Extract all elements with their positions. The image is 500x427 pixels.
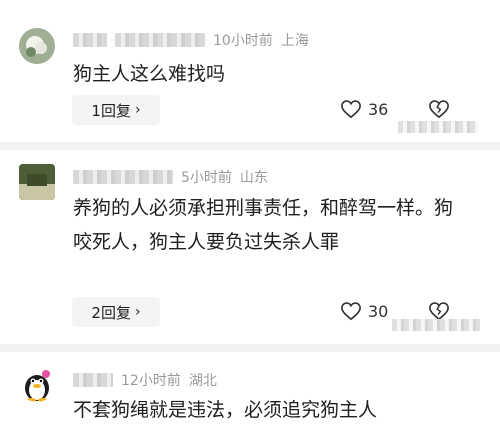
comment-meta: 5小时前 山东	[73, 167, 268, 187]
chevron-right-icon: ›	[134, 102, 141, 118]
avatar[interactable]	[19, 28, 55, 64]
username-blurred	[115, 33, 205, 47]
comment-text: 狗主人这么难找吗	[73, 63, 226, 85]
comment-meta: 10小时前 上海	[73, 30, 309, 50]
comment-text: 不套狗绳就是违法，必须追究狗主人	[73, 399, 378, 421]
comment-location: 湖北	[188, 373, 217, 389]
heart-outline-icon	[341, 302, 361, 321]
like-button[interactable]: 36	[340, 99, 388, 119]
comment-location: 上海	[280, 33, 309, 49]
chevron-right-icon: ›	[134, 304, 141, 320]
broken-heart-icon	[429, 100, 449, 119]
dislike-button[interactable]	[428, 99, 450, 123]
comment-meta: 12小时前 湖北	[73, 370, 217, 390]
comment-time: 10小时前	[213, 33, 273, 49]
divider	[0, 344, 500, 352]
username-blurred[interactable]	[73, 33, 107, 47]
comment-time: 12小时前	[121, 373, 181, 389]
like-button[interactable]: 30	[340, 301, 388, 321]
broken-heart-icon	[429, 302, 449, 321]
divider	[0, 142, 500, 150]
username-blurred[interactable]	[73, 170, 173, 184]
reply-button[interactable]: 2回复 ›	[72, 297, 160, 327]
reply-button[interactable]: 1回复 ›	[72, 95, 160, 125]
reply-label: 2回复	[91, 303, 131, 322]
like-count: 30	[368, 301, 389, 321]
avatar[interactable]	[19, 366, 55, 402]
username-blurred[interactable]	[73, 373, 113, 387]
comment-text: 养狗的人必须承担刑事责任，和醉驾一样。狗咬死人，狗主人要负过失杀人罪	[73, 197, 454, 253]
avatar[interactable]	[19, 164, 55, 200]
heart-outline-icon	[341, 100, 361, 119]
blur-patch	[392, 319, 480, 331]
comment-location: 山东	[239, 170, 268, 186]
reply-label: 1回复	[91, 101, 131, 120]
comment-time: 5小时前	[181, 170, 232, 186]
like-count: 36	[368, 99, 389, 119]
blur-patch	[398, 121, 478, 133]
